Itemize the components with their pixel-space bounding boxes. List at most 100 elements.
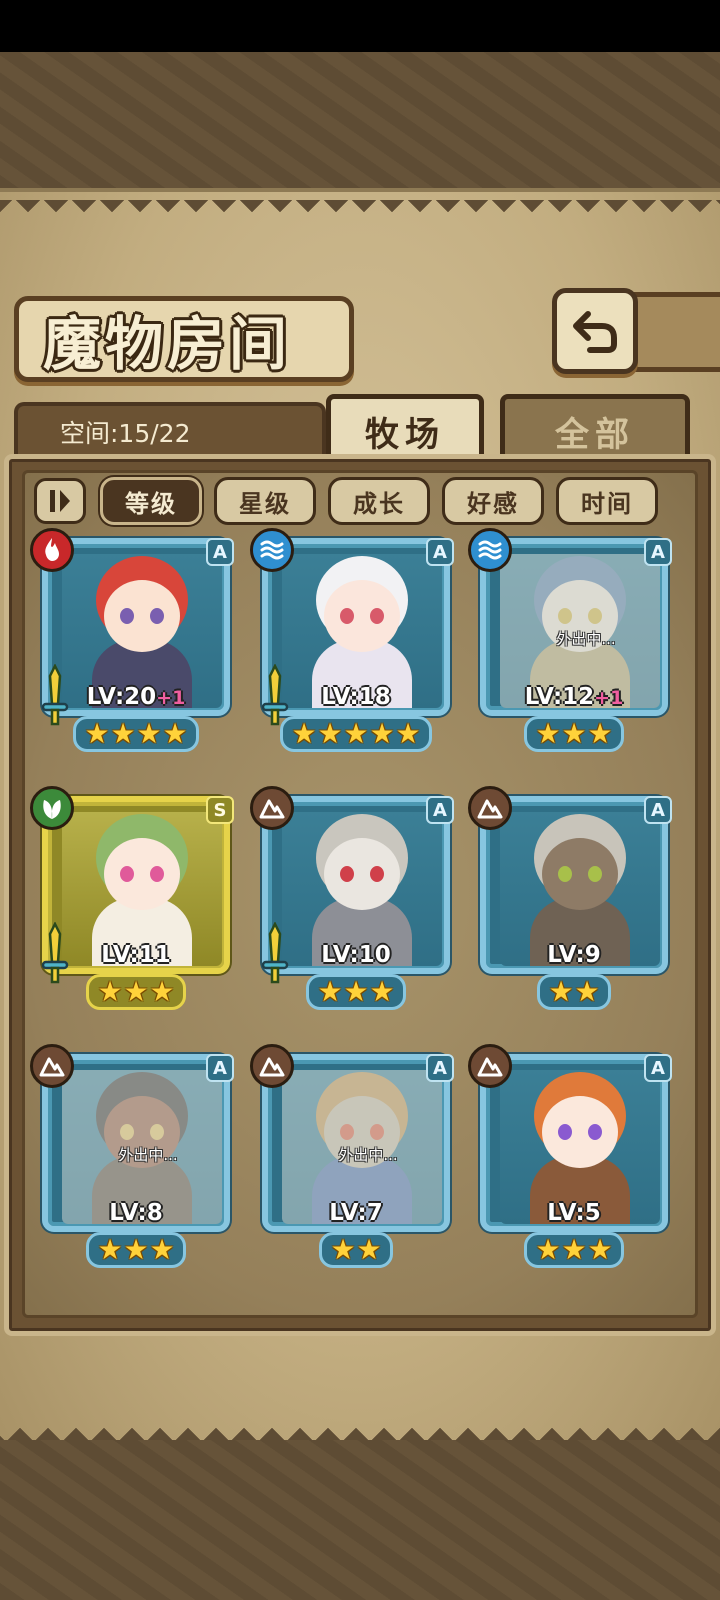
star-icon: ★ [123,975,149,1008]
monster-card[interactable]: 外出中... A LV:8 ★ ★ ★ [30,1044,236,1276]
sort-order-toggle[interactable] [34,478,86,524]
star-icon: ★ [110,717,136,750]
star-icon: ★ [162,717,188,750]
star-icon: ★ [587,717,613,750]
star-icon: ★ [574,975,600,1008]
star-icon: ★ [136,717,162,750]
sort-affinity-button[interactable]: 好感 [442,477,544,525]
star-rating: ★ ★ ★ [36,974,236,1010]
monster-card[interactable]: A LV:18 ★ ★ ★ ★ ★ [250,528,456,760]
back-button[interactable] [552,288,638,374]
rank-badge: A [206,1054,234,1082]
monster-card[interactable]: S LV:11 ★ ★ ★ [30,786,236,1018]
map-background-bottom [0,1440,720,1600]
sort-time-button[interactable]: 时间 [556,477,658,525]
level-bonus: +1 [156,687,186,709]
star-rating: ★ ★ ★ ★ [36,716,236,752]
star-icon: ★ [343,975,369,1008]
level-label: LV:7 [256,1200,456,1226]
fire-element-icon [30,528,74,572]
monster-card[interactable]: 外出中... A LV:7 ★ ★ [250,1044,456,1276]
parchment-torn-edge-bottom [0,1418,720,1440]
star-icon: ★ [97,1233,123,1266]
monster-card[interactable]: 外出中... A LV:12+1 ★ ★ ★ [468,528,674,760]
star-icon: ★ [535,1233,561,1266]
star-icon: ★ [369,975,395,1008]
capacity-label: 空间:15/22 [60,419,191,448]
water-element-icon [250,528,294,572]
water-element-icon [468,528,512,572]
star-icon: ★ [317,975,343,1008]
star-rating: ★ ★ [474,974,674,1010]
status-bar [0,0,720,52]
earth-element-icon [468,786,512,830]
level-value: LV:11 [101,942,171,968]
sort-direction-icon [50,490,70,512]
star-icon: ★ [291,717,317,750]
star-icon: ★ [395,717,421,750]
star-icon: ★ [561,717,587,750]
title-banner: 魔物房间 [14,296,354,382]
star-icon: ★ [149,975,175,1008]
star-icon: ★ [356,1233,382,1266]
away-status: 外出中... [338,1146,398,1164]
monster-card[interactable]: A LV:10 ★ ★ ★ [250,786,456,1018]
away-status: 外出中... [118,1146,178,1164]
star-icon: ★ [587,1233,613,1266]
star-rating: ★ ★ ★ [474,716,674,752]
star-icon: ★ [317,717,343,750]
rank-badge: A [644,1054,672,1082]
star-icon: ★ [330,1233,356,1266]
rank-badge: A [426,796,454,824]
level-value: LV:8 [109,1200,163,1226]
level-label: LV:12+1 [474,684,674,710]
wood-element-icon [30,786,74,830]
star-icon: ★ [343,717,369,750]
level-value: LV:9 [547,942,601,968]
star-icon: ★ [84,717,110,750]
monster-card[interactable]: A LV:5 ★ ★ ★ [468,1044,674,1276]
level-value: LV:18 [321,684,391,710]
level-label: LV:9 [474,942,674,968]
level-label: LV:18 [256,684,456,710]
star-rating: ★ ★ ★ [36,1232,236,1268]
star-icon: ★ [369,717,395,750]
level-value: LV:20 [86,684,157,710]
star-icon: ★ [561,1233,587,1266]
monster-card[interactable]: A LV:20+1 ★ ★ ★ ★ [30,528,236,760]
level-value: LV:5 [547,1200,601,1226]
back-arrow-icon [573,311,617,353]
sort-star-button[interactable]: 星级 [214,477,316,525]
monster-card[interactable]: A LV:9 ★ ★ [468,786,674,1018]
rank-badge: A [644,538,672,566]
level-bonus: +1 [594,687,624,709]
level-label: LV:11 [36,942,236,968]
level-value: LV:7 [329,1200,383,1226]
rank-badge: A [644,796,672,824]
level-label: LV:20+1 [36,684,236,710]
page-title: 魔物房间 [43,310,292,378]
level-label: LV:10 [256,942,456,968]
earth-element-icon [250,1044,294,1088]
star-icon: ★ [535,717,561,750]
rank-badge: A [426,538,454,566]
sort-growth-button[interactable]: 成长 [328,477,430,525]
earth-element-icon [468,1044,512,1088]
parchment-torn-edge-top [0,200,720,222]
star-icon: ★ [97,975,123,1008]
star-rating: ★ ★ [256,1232,456,1268]
rank-badge: A [206,538,234,566]
rank-badge: S [206,796,234,824]
earth-element-icon [30,1044,74,1088]
sort-level-button[interactable]: 等级 [100,477,202,525]
star-icon: ★ [123,1233,149,1266]
earth-element-icon [250,786,294,830]
star-rating: ★ ★ ★ [474,1232,674,1268]
level-value: LV:12 [524,684,595,710]
level-value: LV:10 [321,942,391,968]
map-background-top [0,52,720,192]
star-rating: ★ ★ ★ ★ ★ [256,716,456,752]
level-label: LV:8 [36,1200,236,1226]
level-label: LV:5 [474,1200,674,1226]
star-rating: ★ ★ ★ [256,974,456,1010]
